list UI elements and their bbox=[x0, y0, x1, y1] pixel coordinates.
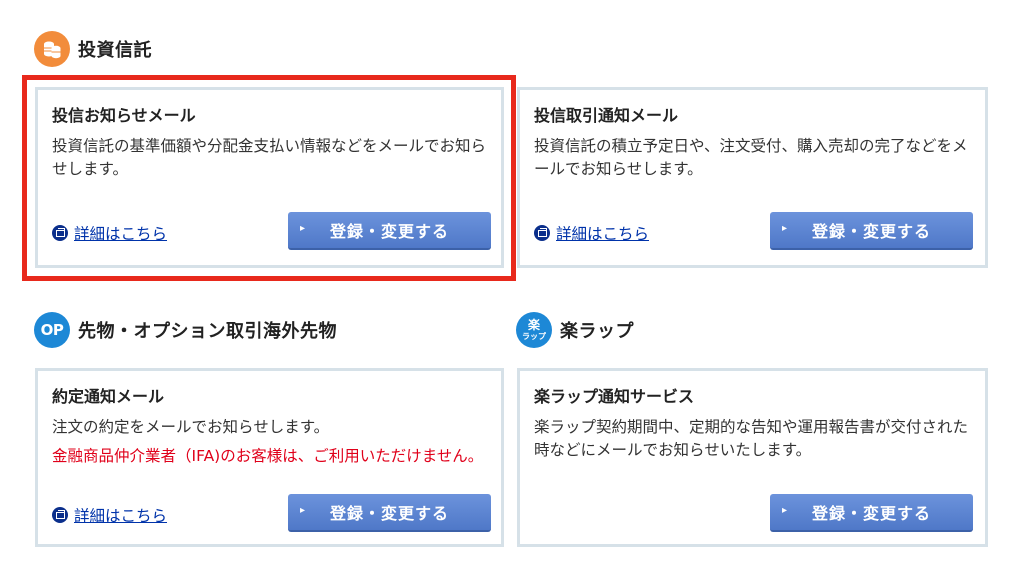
arrow-right-icon: ▸ bbox=[782, 223, 789, 234]
op-badge-icon: OP bbox=[34, 312, 70, 348]
external-window-icon bbox=[52, 507, 68, 523]
coins-icon bbox=[34, 31, 70, 67]
register-change-button[interactable]: ▸ 登録・変更する bbox=[770, 212, 973, 250]
details-link-label: 詳細はこちら bbox=[556, 225, 650, 243]
arrow-right-icon: ▸ bbox=[300, 505, 307, 516]
button-label: 登録・変更する bbox=[811, 504, 931, 523]
card-description: 楽ラップ契約期間中、定期的な告知や運用報告書が交付された時などにメールでお知らせ… bbox=[534, 418, 969, 459]
section-title: 投資信託 bbox=[78, 40, 152, 61]
highlight-frame bbox=[22, 75, 516, 281]
register-change-button[interactable]: ▸ 登録・変更する bbox=[770, 494, 973, 532]
card-fund-trade-notice-mail: 投信取引通知メール 投資信託の積立予定日や、注文受付、購入売却の完了などをメール… bbox=[517, 87, 988, 268]
card-rakuwrap-notice-service: 楽ラップ通知サービス 楽ラップ契約期間中、定期的な告知や運用報告書が交付された時… bbox=[517, 368, 988, 547]
card-description: 投資信託の積立予定日や、注文受付、購入売却の完了などをメールでお知らせします。 bbox=[534, 137, 968, 178]
details-link-label: 詳細はこちら bbox=[74, 507, 168, 525]
details-link[interactable]: 詳細はこちら bbox=[534, 222, 649, 244]
rakuwrap-badge-icon: 楽 ラップ bbox=[516, 312, 552, 348]
section-title: 楽ラップ bbox=[560, 321, 634, 342]
ifa-warning-note: 金融商品仲介業者（IFA)のお客様は、ご利用いただけません。 bbox=[52, 447, 484, 465]
card-title: 楽ラップ通知サービス bbox=[534, 387, 695, 406]
card-description: 注文の約定をメールでお知らせします。 金融商品仲介業者（IFA)のお客様は、ご利… bbox=[52, 416, 487, 468]
arrow-right-icon: ▸ bbox=[782, 505, 789, 516]
card-title: 投信取引通知メール bbox=[534, 106, 679, 125]
external-window-icon bbox=[534, 225, 550, 241]
card-title: 約定通知メール bbox=[52, 387, 165, 406]
section-title: 先物・オプション取引海外先物 bbox=[78, 321, 337, 342]
details-link[interactable]: 詳細はこちら bbox=[52, 504, 167, 526]
card-description-text: 注文の約定をメールでお知らせします。 bbox=[52, 418, 330, 436]
section-header-rakuwrap: 楽 ラップ 楽ラップ bbox=[516, 312, 634, 348]
button-label: 登録・変更する bbox=[329, 504, 449, 523]
section-header-futures-options: OP 先物・オプション取引海外先物 bbox=[34, 312, 337, 348]
card-execution-notice-mail: 約定通知メール 注文の約定をメールでお知らせします。 金融商品仲介業者（IFA)… bbox=[35, 368, 504, 547]
button-label: 登録・変更する bbox=[811, 222, 931, 241]
register-change-button[interactable]: ▸ 登録・変更する bbox=[288, 494, 491, 532]
section-header-investment-trust: 投資信託 bbox=[34, 31, 152, 67]
